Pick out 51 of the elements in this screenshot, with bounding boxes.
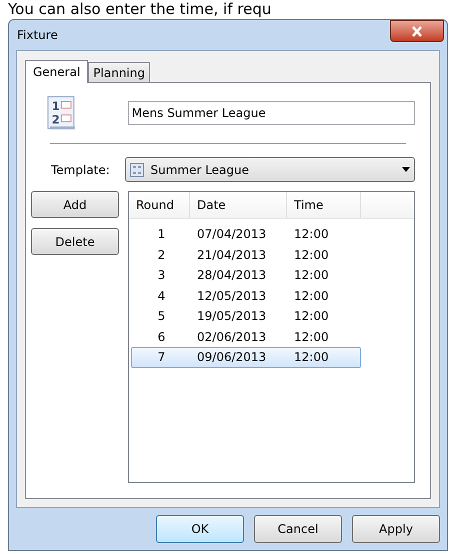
small-box-icon bbox=[60, 101, 72, 109]
table-cell-text: 12:00 bbox=[293, 246, 329, 264]
table-row[interactable]: 7 09/06/2013 12:00 bbox=[131, 347, 361, 368]
column-header[interactable]: Date bbox=[190, 192, 287, 218]
table-cell-text: 7 bbox=[156, 349, 166, 366]
table-cell-text: 1 bbox=[156, 226, 166, 244]
side-action-button[interactable]: Delete bbox=[31, 228, 119, 255]
table-cell-text: 3 bbox=[156, 267, 166, 284]
table-cell-text: 2 bbox=[156, 246, 166, 264]
table-cell-text: 12/05/2013 bbox=[196, 288, 268, 305]
table-cell-text: 12:00 bbox=[293, 288, 329, 305]
window-title: Fixture bbox=[16, 27, 58, 44]
table-cell-text: 12:00 bbox=[293, 226, 329, 244]
table-row[interactable]: 4 12/05/2013 12:00 bbox=[131, 286, 361, 306]
dropdown-arrow-icon bbox=[402, 167, 410, 172]
table-cell-text: 4 bbox=[156, 288, 166, 305]
table-cell-text: 07/04/2013 bbox=[196, 226, 268, 244]
side-action-button[interactable]: Add bbox=[31, 191, 119, 218]
table-row[interactable]: 6 02/06/2013 12:00 bbox=[131, 326, 361, 347]
icon-digit: 2 bbox=[52, 112, 60, 127]
icon-digit: 1 bbox=[52, 99, 60, 114]
table-cell-text: 12:00 bbox=[293, 328, 329, 346]
template-label: Template: bbox=[50, 162, 111, 178]
template-dropdown[interactable]: Summer League bbox=[125, 157, 415, 182]
table-row[interactable]: 1 07/04/2013 12:00 bbox=[131, 224, 361, 244]
table-row[interactable]: 3 28/04/2013 12:00 bbox=[131, 265, 361, 286]
table-cell-text: 09/06/2013 bbox=[196, 349, 268, 366]
table-cell-text: 5 bbox=[156, 308, 166, 326]
table-row[interactable]: 2 21/04/2013 12:00 bbox=[131, 244, 361, 265]
small-box-icon bbox=[60, 114, 72, 122]
dialog-button[interactable]: OK bbox=[156, 515, 244, 543]
dialog-button[interactable]: Cancel bbox=[254, 515, 342, 543]
tab[interactable]: Planning bbox=[88, 62, 150, 82]
name-input-field[interactable]: Mens Summer League bbox=[128, 101, 415, 125]
table-cell-text: 28/04/2013 bbox=[196, 267, 268, 284]
table-cell-text: 12:00 bbox=[293, 267, 329, 284]
table-row[interactable]: 5 19/05/2013 12:00 bbox=[131, 306, 361, 326]
table-cell-text: 6 bbox=[156, 328, 166, 346]
tab[interactable]: General bbox=[25, 60, 88, 83]
column-header[interactable]: Round bbox=[129, 192, 190, 218]
table-cell-text: 19/05/2013 bbox=[196, 308, 268, 326]
close-button[interactable] bbox=[390, 20, 444, 42]
table-cell-text: 21/04/2013 bbox=[196, 246, 268, 264]
close-icon bbox=[411, 26, 423, 36]
template-icon bbox=[130, 162, 144, 176]
column-header[interactable]: Time bbox=[287, 192, 361, 218]
background-text: You can also enter the time, if requ bbox=[8, 2, 272, 16]
table-cell-text: 12:00 bbox=[293, 349, 329, 366]
table-cell-text: 02/06/2013 bbox=[196, 328, 268, 346]
table-cell-text: 12:00 bbox=[293, 308, 329, 326]
dialog-button[interactable]: Apply bbox=[352, 515, 440, 543]
